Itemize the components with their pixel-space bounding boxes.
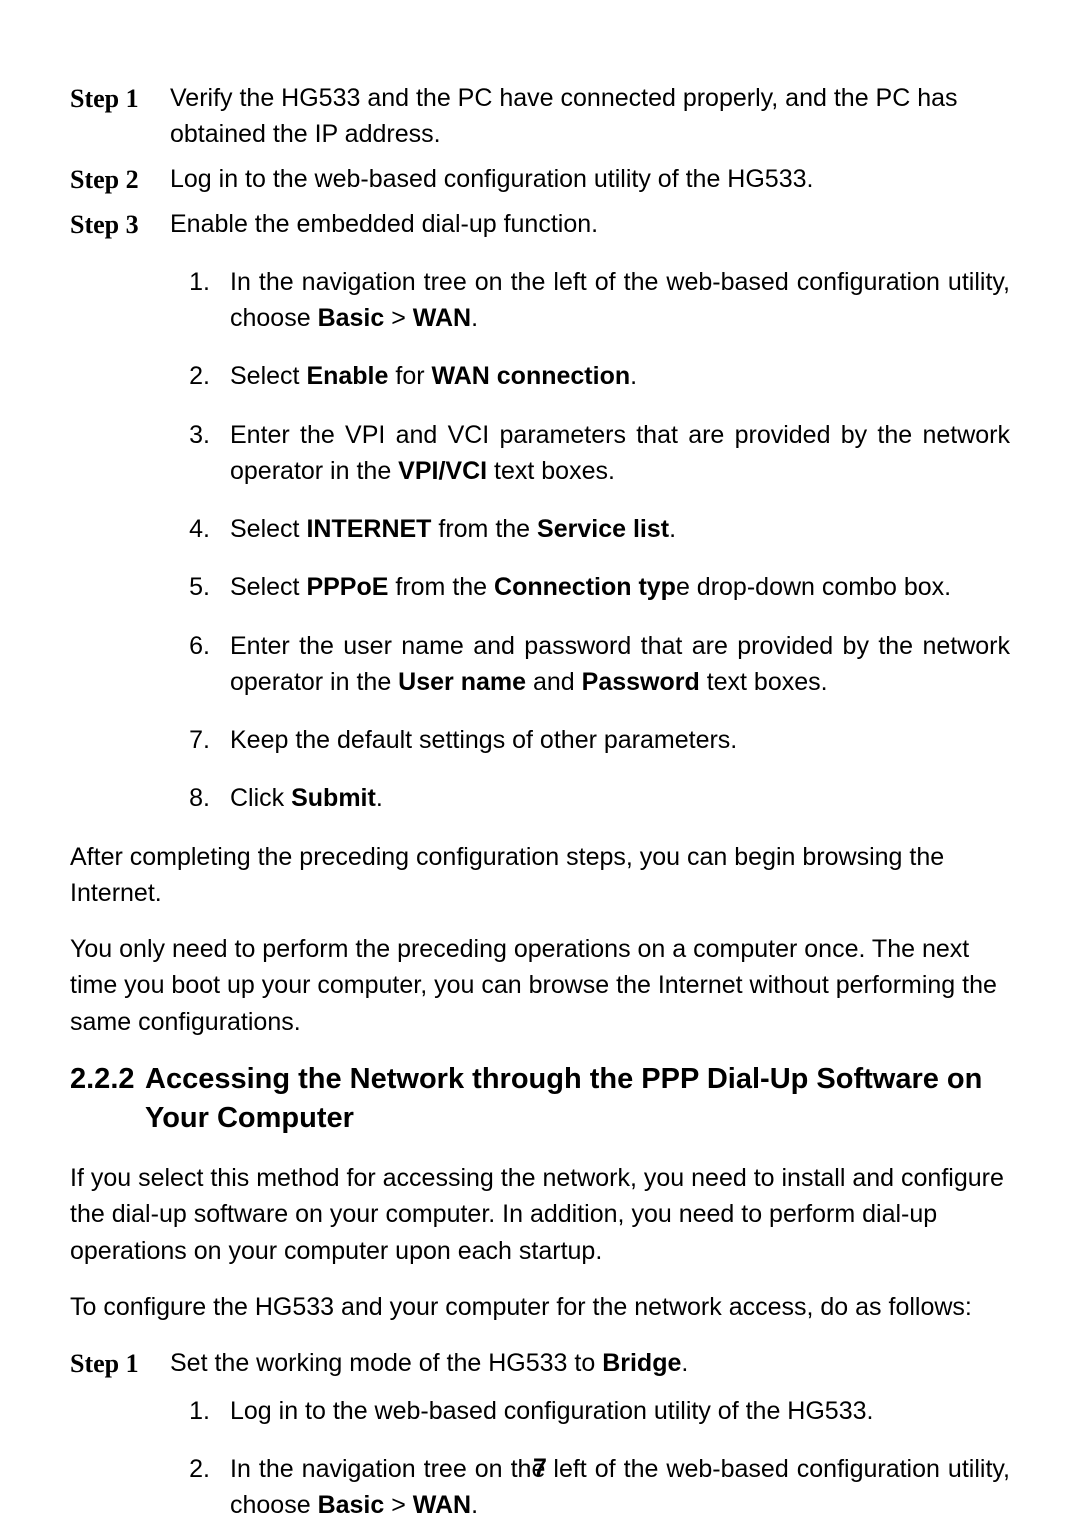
text-run: Click xyxy=(230,784,291,812)
step-text: Set the working mode of the HG533 to Bri… xyxy=(170,1345,1010,1383)
bold-run: Password xyxy=(582,668,700,696)
text-run: > xyxy=(384,1491,413,1519)
list-item: 2. Select Enable for WAN connection. xyxy=(160,358,1010,394)
text-run: . xyxy=(471,1491,478,1519)
section-heading: 2.2.2 Accessing the Network through the … xyxy=(70,1060,1010,1138)
paragraph: After completing the preceding configura… xyxy=(70,839,1010,912)
text-run: Select xyxy=(230,362,306,390)
list-marker: 6. xyxy=(160,628,230,701)
list-marker: 2. xyxy=(160,358,230,394)
text-run: > xyxy=(384,304,413,332)
text-run: for xyxy=(388,362,431,390)
text-run: . xyxy=(681,1349,688,1377)
step-b1: Step 1 Set the working mode of the HG533… xyxy=(70,1345,1010,1383)
list-text: Enter the user name and password that ar… xyxy=(230,628,1010,701)
list-marker: 5. xyxy=(160,569,230,605)
list-item: 6. Enter the user name and password that… xyxy=(160,628,1010,701)
bold-run: User name xyxy=(398,668,526,696)
step-text: Log in to the web-based configuration ut… xyxy=(170,161,1010,199)
step-3: Step 3 Enable the embedded dial-up funct… xyxy=(70,206,1010,244)
list-marker: 1. xyxy=(160,264,230,337)
list-marker: 1. xyxy=(160,1393,230,1429)
text-run: from the xyxy=(388,573,494,601)
bold-run: Basic xyxy=(318,1491,385,1519)
step-label: Step 1 xyxy=(70,1345,170,1383)
paragraph: If you select this method for accessing … xyxy=(70,1160,1010,1269)
list-item: 7. Keep the default settings of other pa… xyxy=(160,722,1010,758)
list-item: 3. Enter the VPI and VCI parameters that… xyxy=(160,417,1010,490)
text-run: Set the working mode of the HG533 to xyxy=(170,1349,602,1377)
text-run: . xyxy=(471,304,478,332)
page-number: 7 xyxy=(0,1454,1080,1483)
list-text: Select PPPoE from the Connection type dr… xyxy=(230,569,1010,605)
list-text: Select Enable for WAN connection. xyxy=(230,358,1010,394)
list-text: Log in to the web-based configuration ut… xyxy=(230,1393,1010,1429)
list-item: 8. Click Submit. xyxy=(160,780,1010,816)
bold-run: WAN connection xyxy=(432,362,631,390)
step-2: Step 2 Log in to the web-based configura… xyxy=(70,161,1010,199)
heading-text: Accessing the Network through the PPP Di… xyxy=(145,1060,1010,1138)
bold-run: Bridge xyxy=(602,1349,681,1377)
list-item: 1. In the navigation tree on the left of… xyxy=(160,264,1010,337)
heading-number: 2.2.2 xyxy=(70,1060,145,1138)
ordered-list-a: 1. In the navigation tree on the left of… xyxy=(160,264,1010,817)
list-item: 4. Select INTERNET from the Service list… xyxy=(160,511,1010,547)
text-run: . xyxy=(669,515,676,543)
list-text: Keep the default settings of other param… xyxy=(230,722,1010,758)
text-run: Enter the VPI and VCI parameters that ar… xyxy=(230,421,1010,485)
text-run: Keep the default settings of other param… xyxy=(230,726,737,754)
text-run: text boxes. xyxy=(700,668,828,696)
bold-run: Submit xyxy=(291,784,376,812)
text-run: Select xyxy=(230,515,306,543)
list-marker: 8. xyxy=(160,780,230,816)
list-text: Click Submit. xyxy=(230,780,1010,816)
list-text: In the navigation tree on the left of th… xyxy=(230,264,1010,337)
list-marker: 7. xyxy=(160,722,230,758)
bold-run: WAN xyxy=(413,1491,471,1519)
bold-run: WAN xyxy=(413,304,471,332)
page: Step 1 Verify the HG533 and the PC have … xyxy=(0,0,1080,1528)
step-label: Step 1 xyxy=(70,80,170,153)
bold-run: INTERNET xyxy=(306,515,431,543)
list-marker: 4. xyxy=(160,511,230,547)
step-text: Enable the embedded dial-up function. xyxy=(170,206,1010,244)
step-label: Step 2 xyxy=(70,161,170,199)
list-text: Enter the VPI and VCI parameters that ar… xyxy=(230,417,1010,490)
bold-run: Enable xyxy=(306,362,388,390)
text-run: . xyxy=(376,784,383,812)
bold-run: Connection typ xyxy=(494,573,676,601)
text-run: Log in to the web-based configuration ut… xyxy=(230,1397,873,1425)
bold-run: PPPoE xyxy=(306,573,388,601)
bold-run: Basic xyxy=(318,304,385,332)
text-run: text boxes. xyxy=(487,457,615,485)
list-marker: 3. xyxy=(160,417,230,490)
bold-run: Service list xyxy=(537,515,669,543)
text-run: from the xyxy=(431,515,537,543)
text-run: . xyxy=(630,362,637,390)
bold-run: VPI/VCI xyxy=(398,457,487,485)
step-1: Step 1 Verify the HG533 and the PC have … xyxy=(70,80,1010,153)
step-label: Step 3 xyxy=(70,206,170,244)
step-text: Verify the HG533 and the PC have connect… xyxy=(170,80,1010,153)
text-run: Select xyxy=(230,573,306,601)
paragraph: To configure the HG533 and your computer… xyxy=(70,1289,1010,1325)
list-item: 5. Select PPPoE from the Connection type… xyxy=(160,569,1010,605)
text-run: e drop-down combo box. xyxy=(676,573,951,601)
paragraph: You only need to perform the preceding o… xyxy=(70,931,1010,1040)
list-item: 1. Log in to the web-based configuration… xyxy=(160,1393,1010,1429)
text-run: and xyxy=(526,668,582,696)
list-text: Select INTERNET from the Service list. xyxy=(230,511,1010,547)
